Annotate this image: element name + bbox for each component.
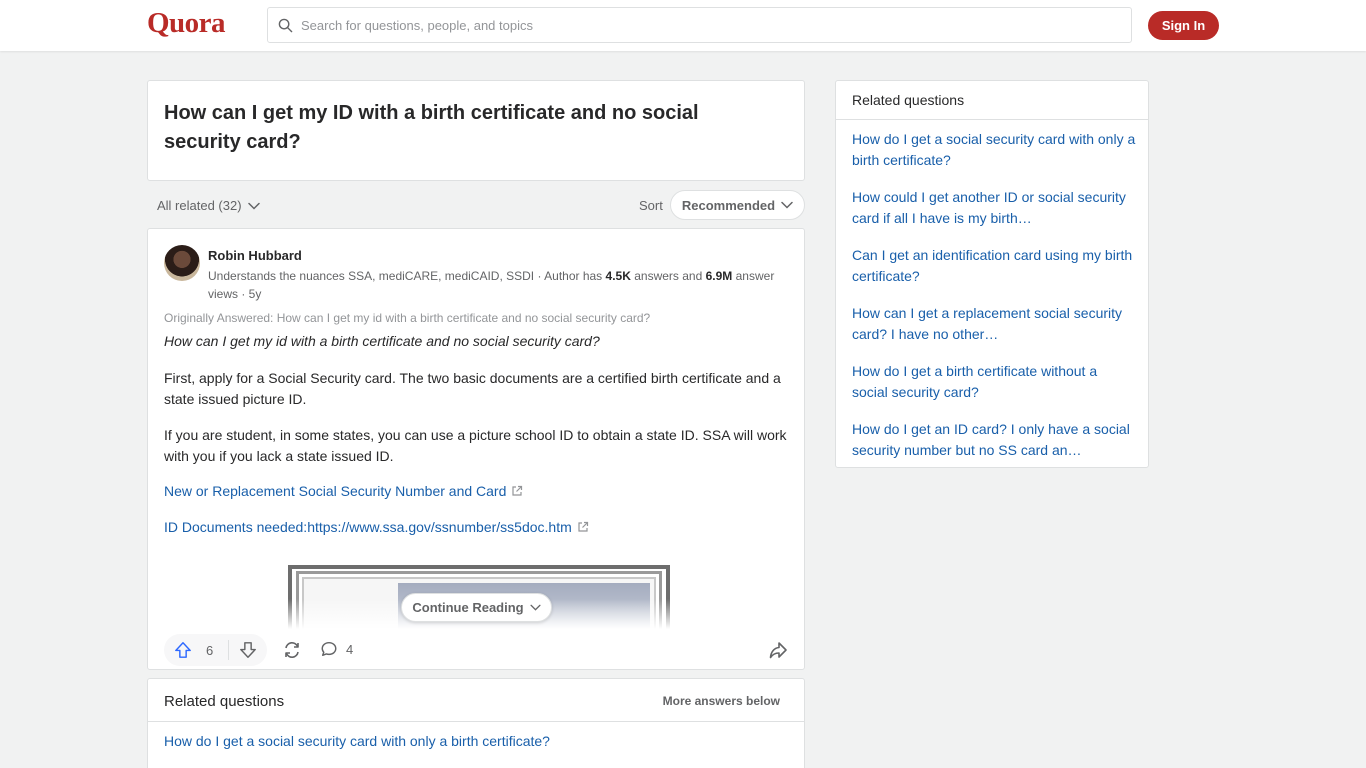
more-answers-below: More answers below xyxy=(662,694,780,708)
external-link-icon xyxy=(512,485,523,496)
original-question: How can I get my id with a birth certifi… xyxy=(164,333,600,349)
link-text: New or Replacement Social Security Numbe… xyxy=(164,483,507,499)
related-questions-inline: Related questions More answers below How… xyxy=(147,678,805,768)
upvote-count: 6 xyxy=(206,642,214,658)
related-question-link[interactable]: How do I get a social security card with… xyxy=(164,733,550,749)
sort-label: Sort xyxy=(639,198,663,213)
answer-card: Robin Hubbard Understands the nuances SS… xyxy=(147,228,805,670)
search-input[interactable] xyxy=(301,17,1101,33)
all-related-dropdown[interactable]: All related (32) xyxy=(157,198,260,213)
ssa-doc-link[interactable]: https://www.ssa.gov/ssnumber/ss5doc.htm xyxy=(307,519,589,535)
related-question-link[interactable]: How can I get a replacement social secur… xyxy=(852,303,1136,361)
chevron-down-icon xyxy=(247,202,260,210)
cred-prefix: Understands the nuances SSA, mediCARE, m… xyxy=(208,269,606,283)
author-avatar[interactable] xyxy=(164,245,200,281)
divider xyxy=(148,721,804,722)
question-card: How can I get my ID with a birth certifi… xyxy=(147,80,805,181)
divider xyxy=(836,119,1148,120)
reshare-icon[interactable] xyxy=(282,640,302,660)
author-credentials: Understands the nuances SSA, mediCARE, m… xyxy=(208,267,778,303)
answers-count: 4.5K xyxy=(605,269,631,283)
answer-filter-bar: All related (32) Sort Recommended xyxy=(147,190,805,220)
author-name[interactable]: Robin Hubbard xyxy=(208,248,302,263)
search-bar[interactable] xyxy=(267,7,1132,43)
comments-button[interactable]: 4 xyxy=(320,640,353,658)
chevron-down-icon xyxy=(530,604,541,611)
related-question-link[interactable]: Can I get an identification card using m… xyxy=(852,245,1136,303)
sign-in-button[interactable]: Sign In xyxy=(1148,11,1219,40)
downvote-button[interactable] xyxy=(229,634,267,666)
sort-dropdown[interactable]: Recommended xyxy=(670,190,805,220)
related-question-link[interactable]: How do I get a social security card with… xyxy=(852,129,1136,187)
upvote-button[interactable]: 6 xyxy=(164,634,228,666)
link-url: https://www.ssa.gov/ssnumber/ss5doc.htm xyxy=(307,519,572,535)
related-question-link[interactable]: How do I get a birth certificate without… xyxy=(852,361,1136,419)
views-count: 6.9M xyxy=(705,269,733,283)
answer-action-bar: 6 4 xyxy=(164,634,790,666)
related-title: Related questions xyxy=(164,693,285,710)
related-question-link[interactable]: How could I get another ID or social sec… xyxy=(852,187,1136,245)
answer-paragraph: If you are student, in some states, you … xyxy=(164,427,787,464)
link-prefix: ID Documents needed: xyxy=(164,519,308,535)
external-link-icon xyxy=(578,521,588,532)
downvote-icon xyxy=(240,642,256,658)
related-questions-sidebar: Related questions How do I get a social … xyxy=(835,80,1149,468)
share-icon[interactable] xyxy=(768,640,788,660)
comment-count: 4 xyxy=(346,641,354,657)
answer-paragraph: First, apply for a Social Security card.… xyxy=(164,370,781,407)
chevron-down-icon xyxy=(781,201,793,209)
upvote-icon xyxy=(175,642,191,658)
continue-reading-button[interactable]: Continue Reading xyxy=(401,593,552,622)
related-title: Related questions xyxy=(852,92,965,108)
related-question-link[interactable]: How do I get an ID card? I only have a s… xyxy=(852,419,1136,477)
originally-answered[interactable]: Originally Answered: How can I get my id… xyxy=(164,311,650,325)
all-related-label: All related (32) xyxy=(157,198,242,213)
search-icon xyxy=(278,18,293,32)
top-header: Quora Sign In xyxy=(0,0,1366,51)
comment-icon xyxy=(321,641,337,657)
ssa-card-link[interactable]: New or Replacement Social Security Numbe… xyxy=(164,483,523,499)
sort-value: Recommended xyxy=(681,197,776,213)
related-question-list: How do I get a social security card with… xyxy=(852,129,1136,477)
vote-pill: 6 xyxy=(164,634,267,666)
cred-mid: answers and xyxy=(630,269,706,283)
id-documents-line: ID Documents needed: https://www.ssa.gov… xyxy=(164,519,589,535)
continue-reading-label: Continue Reading xyxy=(412,600,524,615)
question-title: How can I get my ID with a birth certifi… xyxy=(164,102,699,153)
quora-logo[interactable]: Quora xyxy=(147,7,226,40)
